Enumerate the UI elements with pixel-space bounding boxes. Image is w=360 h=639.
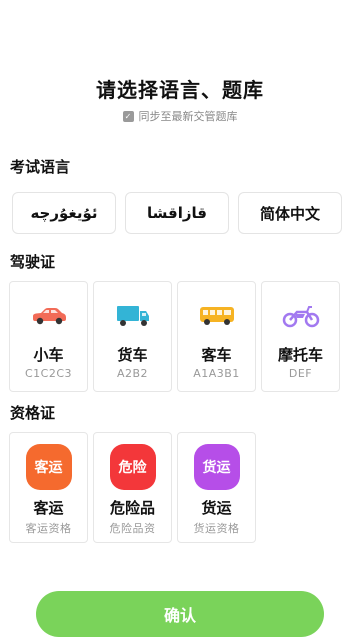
motorcycle-icon	[281, 302, 321, 330]
truck-icon	[115, 302, 151, 330]
license-name: 货车	[117, 346, 148, 364]
license-card-car[interactable]: 小车 C1C2C3	[9, 281, 88, 392]
checkbox-icon[interactable]: ✓	[122, 110, 134, 122]
language-option-uyghur[interactable]: ئۇيغۇرچە	[12, 192, 116, 234]
qualification-name: 货运	[201, 499, 232, 517]
license-card-motorcycle[interactable]: 摩托车 DEF	[261, 281, 340, 392]
license-name: 小车	[33, 346, 64, 364]
qualification-sub: 危险品资	[109, 522, 156, 535]
section-title-license: 驾驶证	[10, 253, 56, 271]
license-cards: 小车 C1C2C3 货车 A2B2 客车 A1A3B1 摩托车 DEF	[9, 281, 340, 392]
qualification-sub: 货运资格	[193, 522, 240, 535]
license-class: A1A3B1	[193, 367, 240, 380]
language-option-kazakh[interactable]: قازاقشا	[125, 192, 229, 234]
license-card-bus[interactable]: 客车 A1A3B1	[177, 281, 256, 392]
qualification-card-freight[interactable]: 货运 货运 货运资格	[177, 432, 256, 543]
hazmat-icon: 危险	[109, 444, 156, 490]
language-option-chinese[interactable]: 简体中文	[238, 192, 342, 234]
license-name: 客车	[201, 346, 232, 364]
license-name: 摩托车	[277, 346, 323, 364]
license-card-truck[interactable]: 货车 A2B2	[93, 281, 172, 392]
section-title-language: 考试语言	[10, 158, 71, 176]
freight-transport-icon: 货运	[193, 444, 240, 490]
license-class: DEF	[288, 367, 313, 380]
license-class: A2B2	[116, 367, 149, 380]
license-class: C1C2C3	[24, 367, 73, 380]
confirm-button[interactable]: 确认	[36, 591, 324, 637]
car-icon	[29, 302, 69, 330]
bus-icon	[197, 302, 237, 330]
qualification-name: 客运	[33, 499, 64, 517]
qualification-sub: 客运资格	[25, 522, 72, 535]
qualification-cards: 客运 客运 客运资格 危险 危险品 危险品资 货运 货运 货运资格	[9, 432, 256, 543]
page-title: 请选择语言、题库	[96, 78, 264, 102]
passenger-transport-icon: 客运	[25, 444, 72, 490]
qualification-card-hazmat[interactable]: 危险 危险品 危险品资	[93, 432, 172, 543]
section-title-qualification: 资格证	[10, 404, 56, 422]
sync-option[interactable]: ✓ 同步至最新交管题库	[0, 108, 360, 124]
language-options: ئۇيغۇرچە قازاقشا 简体中文	[12, 192, 342, 234]
qualification-name: 危险品	[109, 499, 155, 517]
qualification-card-passenger[interactable]: 客运 客运 客运资格	[9, 432, 88, 543]
sync-label: 同步至最新交管题库	[138, 110, 238, 123]
